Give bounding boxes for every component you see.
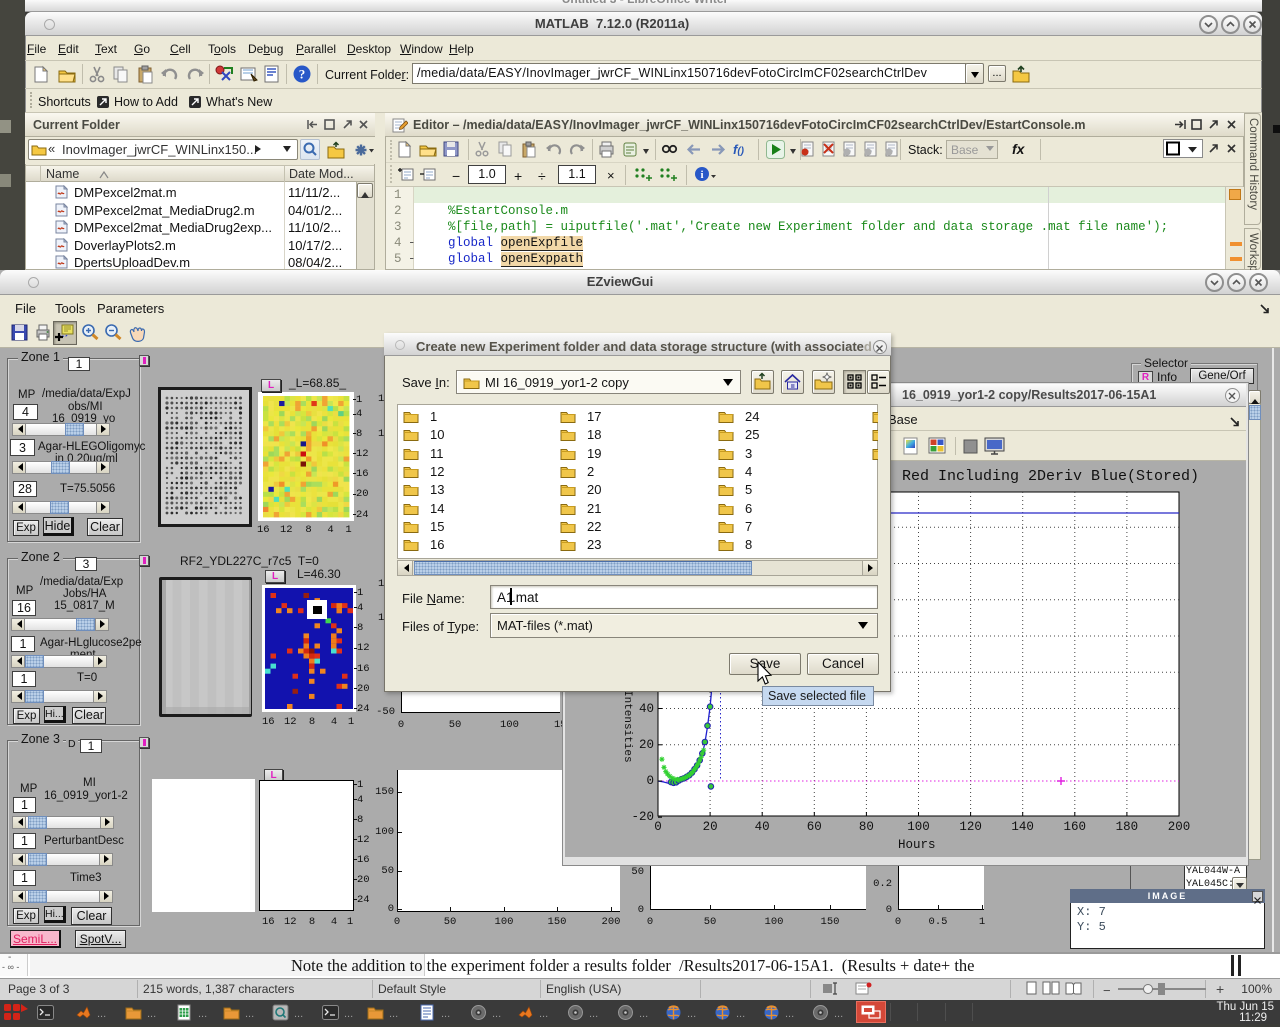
svg-text:?: ? [299, 67, 306, 82]
svg-text:i: i [700, 169, 703, 181]
